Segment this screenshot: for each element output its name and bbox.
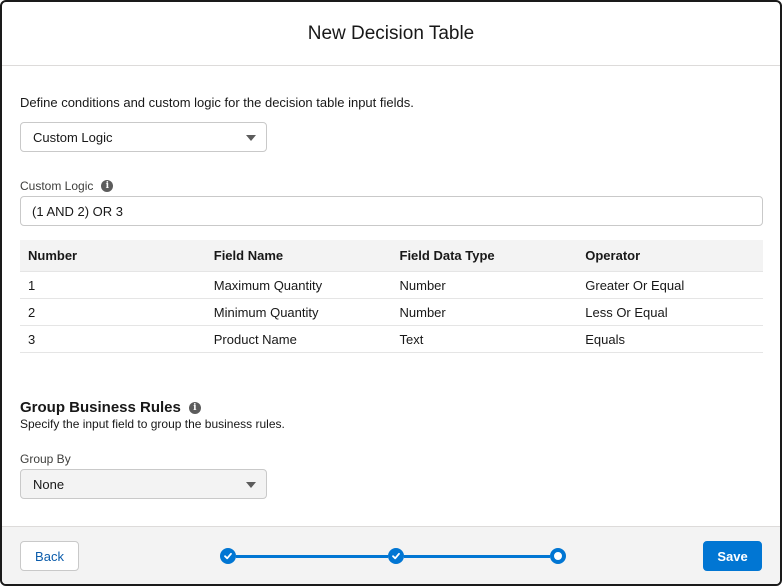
new-decision-table-modal: New Decision Table Define conditions and… <box>0 0 782 586</box>
conditions-intro: Define conditions and custom logic for t… <box>20 95 414 110</box>
table-row: 3 Product Name Text Equals <box>20 326 763 353</box>
progress-step-3[interactable] <box>550 548 566 564</box>
info-icon[interactable]: i <box>101 180 114 192</box>
chevron-down-icon <box>246 482 256 488</box>
save-button[interactable]: Save <box>703 541 762 571</box>
check-icon <box>392 552 400 560</box>
custom-logic-label: Custom Logic <box>20 179 94 193</box>
cell-operator: Equals <box>585 331 625 347</box>
progress-track <box>404 555 550 558</box>
cell-field-data-type: Number <box>399 304 446 320</box>
cell-number: 3 <box>28 331 36 347</box>
table-row: 1 Maximum Quantity Number Greater Or Equ… <box>20 272 763 299</box>
cell-operator: Greater Or Equal <box>585 277 685 293</box>
group-business-rules-heading: Group Business Rules i <box>20 399 201 416</box>
column-header-operator: Operator <box>585 248 641 263</box>
logic-type-value: Custom Logic <box>33 129 113 145</box>
custom-logic-value: (1 AND 2) OR 3 <box>32 203 124 219</box>
modal-footer: Back Save <box>2 526 780 584</box>
column-header-field-data-type: Field Data Type <box>399 248 495 263</box>
conditions-table: Number Field Name Field Data Type Operat… <box>20 240 763 353</box>
cell-field-data-type: Number <box>399 277 446 293</box>
custom-logic-label-row: Custom Logic i <box>20 179 114 193</box>
group-by-select[interactable]: None <box>20 469 267 499</box>
column-header-number: Number <box>28 248 78 263</box>
info-icon[interactable]: i <box>188 401 201 414</box>
cell-operator: Less Or Equal <box>585 304 668 320</box>
back-button[interactable]: Back <box>20 541 79 571</box>
column-header-field-name: Field Name <box>213 248 284 263</box>
group-business-rules-title: Group Business Rules <box>20 399 181 416</box>
cell-number: 1 <box>28 277 36 293</box>
modal-title: New Decision Table <box>307 22 475 44</box>
cell-field-name: Maximum Quantity <box>213 277 323 293</box>
group-business-rules-subtitle: Specify the input field to group the bus… <box>20 417 285 431</box>
chevron-down-icon <box>246 135 256 141</box>
cell-field-name: Minimum Quantity <box>213 304 319 320</box>
group-by-label: Group By <box>20 452 71 466</box>
cell-field-name: Product Name <box>213 331 297 347</box>
progress-indicator <box>220 546 566 566</box>
group-by-value: None <box>33 476 65 492</box>
logic-type-select[interactable]: Custom Logic <box>20 122 267 152</box>
modal-header: New Decision Table <box>2 2 780 66</box>
cell-field-data-type: Text <box>399 331 424 347</box>
table-header: Number Field Name Field Data Type Operat… <box>20 240 763 272</box>
check-icon <box>224 552 232 560</box>
progress-step-1[interactable] <box>220 548 236 564</box>
progress-track <box>236 555 388 558</box>
custom-logic-input[interactable]: (1 AND 2) OR 3 <box>20 196 763 226</box>
cell-number: 2 <box>28 304 36 320</box>
modal-body: Define conditions and custom logic for t… <box>2 66 780 526</box>
table-row: 2 Minimum Quantity Number Less Or Equal <box>20 299 763 326</box>
progress-step-2[interactable] <box>388 548 404 564</box>
